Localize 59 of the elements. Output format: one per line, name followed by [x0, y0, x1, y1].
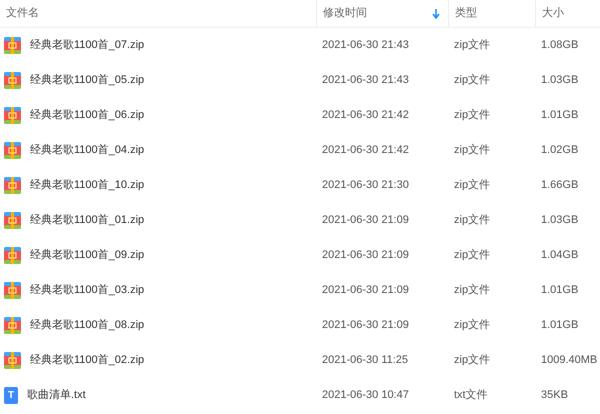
archive-icon: [4, 212, 21, 229]
text-file-icon: T: [4, 387, 18, 404]
file-size: 1.01GB: [541, 109, 578, 122]
file-name[interactable]: 经典老歌1100首_07.zip: [30, 37, 144, 54]
file-size: 1009.40MB: [541, 354, 598, 366]
file-size: 1.01GB: [541, 284, 578, 296]
file-name[interactable]: 经典老歌1100首_04.zip: [30, 142, 144, 159]
file-type: zip文件: [454, 109, 490, 122]
archive-icon: [4, 37, 21, 54]
archive-icon: [4, 352, 21, 369]
file-type: zip文件: [454, 214, 490, 226]
file-name[interactable]: 经典老歌1100首_02.zip: [30, 352, 144, 369]
archive-icon: [4, 107, 21, 124]
column-header[interactable]: 修改时间: [323, 5, 367, 22]
modified-time: 2021-06-30 21:09: [322, 319, 409, 332]
column-header[interactable]: 类型: [455, 5, 477, 22]
file-name[interactable]: 经典老歌1100首_09.zip: [30, 247, 144, 264]
modified-time: 2021-06-30 10:47: [322, 389, 409, 402]
modified-time: 2021-06-30 21:43: [322, 39, 409, 52]
modified-time: 2021-06-30 21:42: [322, 144, 409, 156]
file-size: 1.01GB: [541, 319, 578, 332]
archive-icon: [4, 317, 21, 334]
modified-time: 2021-06-30 21:42: [322, 109, 409, 122]
file-name[interactable]: 经典老歌1100首_08.zip: [30, 317, 144, 334]
file-name[interactable]: 经典老歌1100首_10.zip: [30, 177, 144, 194]
column-header[interactable]: 大小: [542, 5, 564, 22]
column-header[interactable]: 文件名: [6, 5, 39, 22]
modified-time: 2021-06-30 21:09: [322, 249, 409, 262]
file-name[interactable]: 经典老歌1100首_05.zip: [30, 72, 144, 89]
archive-icon: [4, 142, 21, 159]
archive-icon: [4, 282, 21, 299]
modified-time: 2021-06-30 21:43: [322, 74, 409, 86]
file-type: zip文件: [454, 39, 490, 52]
file-type: zip文件: [454, 249, 490, 262]
archive-icon: [4, 247, 21, 264]
file-type: zip文件: [454, 74, 490, 86]
archive-icon: [4, 177, 21, 194]
file-size: 1.03GB: [541, 214, 578, 226]
modified-time: 2021-06-30 11:25: [322, 354, 408, 366]
file-size: 1.08GB: [541, 39, 578, 52]
file-name[interactable]: 歌曲清单.txt: [27, 387, 86, 404]
file-type: txt文件: [454, 389, 488, 402]
file-size: 35KB: [541, 389, 568, 402]
file-type: zip文件: [454, 284, 490, 296]
file-name[interactable]: 经典老歌1100首_01.zip: [30, 212, 144, 229]
file-size: 1.02GB: [541, 144, 578, 156]
file-type: zip文件: [454, 354, 490, 366]
file-name[interactable]: 经典老歌1100首_03.zip: [30, 282, 144, 299]
archive-icon: [4, 72, 21, 89]
modified-time: 2021-06-30 21:09: [322, 284, 409, 296]
file-name[interactable]: 经典老歌1100首_06.zip: [30, 107, 144, 124]
modified-time: 2021-06-30 21:30: [322, 179, 409, 192]
file-type: zip文件: [454, 179, 490, 192]
modified-time: 2021-06-30 21:09: [322, 214, 409, 226]
file-size: 1.04GB: [541, 249, 578, 262]
file-type: zip文件: [454, 319, 490, 332]
file-size: 1.03GB: [541, 74, 578, 86]
file-type: zip文件: [454, 144, 490, 156]
file-size: 1.66GB: [541, 179, 578, 192]
